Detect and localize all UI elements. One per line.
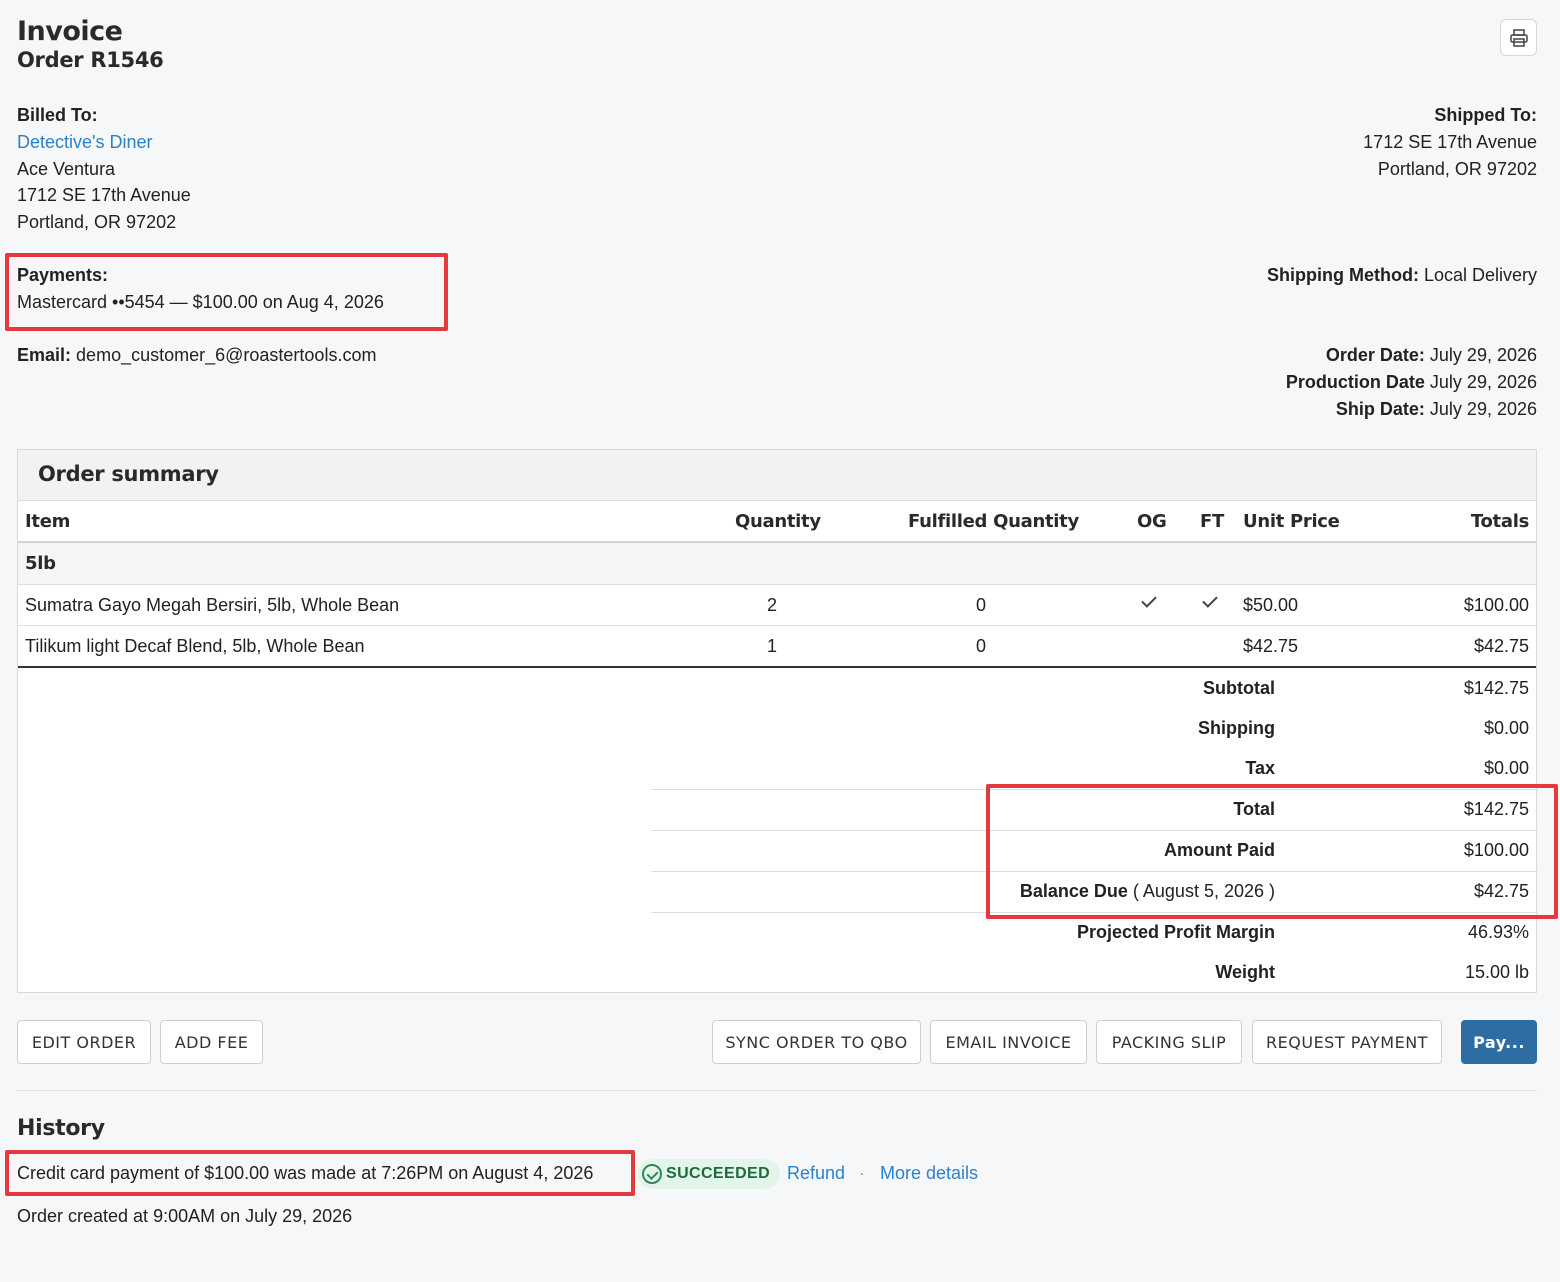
- row-divider: [651, 871, 1538, 872]
- row-2-item: Tilikum light Decaf Blend, 5lb, Whole Be…: [25, 636, 365, 656]
- sync-qbo-button[interactable]: SYNC ORDER TO QBO: [712, 1020, 921, 1064]
- totals-divider: [18, 666, 1536, 668]
- email-label: Email:: [17, 345, 72, 365]
- row-2-unit-price: $42.75: [1243, 636, 1299, 656]
- row-1-unit-price: $50.00: [1243, 595, 1299, 615]
- balance-due-text: Balance Due: [1019, 881, 1128, 901]
- shipping-method-value: Local Delivery: [1423, 265, 1537, 285]
- billed-name: Ace Ventura: [17, 159, 116, 179]
- shipped-street: 1712 SE 17th Avenue: [1363, 132, 1537, 152]
- billed-street: 1712 SE 17th Avenue: [17, 185, 191, 205]
- shipping-method: Shipping Method: Local Delivery: [1267, 262, 1537, 289]
- weight-value: 15.00 lb: [1464, 962, 1529, 982]
- add-fee-button[interactable]: ADD FEE: [160, 1020, 263, 1064]
- row-divider: [651, 830, 1538, 831]
- row-1-item: Sumatra Gayo Megah Bersiri, 5lb, Whole B…: [25, 595, 400, 615]
- col-ft: FT: [1200, 511, 1224, 532]
- email-line: Email: demo_customer_6@roastertools.com: [17, 342, 376, 369]
- shipping-value: $0.00: [1483, 718, 1529, 738]
- subtotal-value: $142.75: [1463, 678, 1529, 698]
- row-1-fulfilled: 0: [976, 595, 987, 615]
- status-badge: SUCCEEDED: [638, 1159, 781, 1189]
- pay-button[interactable]: Pay...: [1461, 1020, 1537, 1064]
- group-label: 5lb: [25, 553, 56, 574]
- row-divider: [18, 625, 1536, 626]
- order-date: Order Date: July 29, 2026: [1326, 342, 1537, 369]
- email-value: demo_customer_6@roastertools.com: [76, 345, 377, 365]
- weight-label: Weight: [1215, 962, 1275, 982]
- printer-icon: [1509, 28, 1528, 47]
- print-button[interactable]: [1500, 19, 1537, 56]
- request-payment-button[interactable]: REQUEST PAYMENT: [1252, 1020, 1442, 1064]
- refund-link[interactable]: Refund: [787, 1160, 845, 1187]
- order-number: Order R1546: [17, 48, 164, 72]
- col-totals: Totals: [1470, 511, 1529, 532]
- col-item: Item: [25, 511, 71, 532]
- billed-to-label: Billed To:: [17, 105, 98, 125]
- packing-slip-button[interactable]: PACKING SLIP: [1096, 1020, 1242, 1064]
- page-title: Invoice: [17, 16, 123, 47]
- production-date-value: July 29, 2026: [1429, 372, 1537, 392]
- subtotal-label: Subtotal: [1203, 678, 1275, 698]
- total-label: Total: [1233, 799, 1275, 819]
- row-1-total: $100.00: [1463, 595, 1529, 615]
- section-divider: [17, 1090, 1537, 1091]
- col-quantity: Quantity: [735, 511, 821, 532]
- status-text: SUCCEEDED: [666, 1165, 771, 1182]
- shipped-city: Portland, OR 97202: [1377, 159, 1537, 179]
- profit-margin-value: 46.93%: [1467, 922, 1529, 942]
- payments-label: Payments:: [17, 265, 109, 285]
- group-row: [18, 543, 1536, 584]
- check-circle-icon: [642, 1164, 662, 1184]
- row-divider: [651, 789, 1538, 790]
- balance-due-value: $42.75: [1473, 881, 1529, 901]
- order-date-value: July 29, 2026: [1429, 345, 1537, 365]
- tax-value: $0.00: [1483, 758, 1529, 778]
- edit-order-button[interactable]: EDIT ORDER: [17, 1020, 151, 1064]
- history-payment-event: Credit card payment of $100.00 was made …: [17, 1163, 594, 1183]
- order-summary-title: Order summary: [38, 462, 219, 486]
- row-1-ft-check-icon: [1202, 592, 1218, 608]
- shipping-method-label: Shipping Method:: [1266, 265, 1419, 285]
- row-2-fulfilled: 0: [976, 636, 987, 656]
- col-og: OG: [1137, 511, 1167, 532]
- ship-date-value: July 29, 2026: [1429, 399, 1537, 419]
- row-1-og-check-icon: [1141, 592, 1157, 608]
- order-summary-panel: Order summary Item Quantity Fulfilled Qu…: [17, 449, 1538, 993]
- total-value: $142.75: [1463, 799, 1529, 819]
- amount-paid-label: Amount Paid: [1164, 840, 1275, 860]
- col-fulfilled: Fulfilled Quantity: [908, 511, 1079, 532]
- email-invoice-button[interactable]: EMAIL INVOICE: [930, 1020, 1087, 1064]
- more-details-link[interactable]: More details: [880, 1160, 978, 1187]
- shipped-to-label: Shipped To:: [1434, 105, 1537, 125]
- history-title: History: [17, 1116, 105, 1141]
- billed-city: Portland, OR 97202: [17, 212, 177, 232]
- production-date-label: Production Date: [1285, 372, 1425, 392]
- customer-link[interactable]: Detective's Diner: [17, 129, 152, 156]
- amount-paid-value: $100.00: [1463, 840, 1529, 860]
- row-2-quantity: 1: [767, 636, 778, 656]
- ship-date: Ship Date: July 29, 2026: [1336, 396, 1537, 423]
- ship-date-label: Ship Date:: [1335, 399, 1425, 419]
- history-created-event: Order created at 9:00AM on July 29, 2026: [17, 1206, 353, 1226]
- row-2-total: $42.75: [1473, 636, 1529, 656]
- balance-due-label: Balance Due ( August 5, 2026 ): [1020, 881, 1275, 902]
- col-unit-price: Unit Price: [1243, 511, 1340, 532]
- profit-margin-label: Projected Profit Margin: [1076, 922, 1275, 942]
- tax-label: Tax: [1245, 758, 1275, 778]
- row-1-quantity: 2: [767, 595, 778, 615]
- production-date: Production Date July 29, 2026: [1286, 369, 1537, 396]
- link-separator: ·: [859, 1163, 865, 1183]
- row-divider: [18, 584, 1536, 585]
- balance-due-date: ( August 5, 2026 ): [1132, 881, 1275, 901]
- order-date-label: Order Date:: [1325, 345, 1425, 365]
- shipping-label: Shipping: [1198, 718, 1275, 738]
- row-divider: [651, 912, 1538, 913]
- payment-entry: Mastercard ••5454 — $100.00 on Aug 4, 20…: [17, 292, 384, 312]
- order-summary-header: Order summary: [18, 450, 1536, 501]
